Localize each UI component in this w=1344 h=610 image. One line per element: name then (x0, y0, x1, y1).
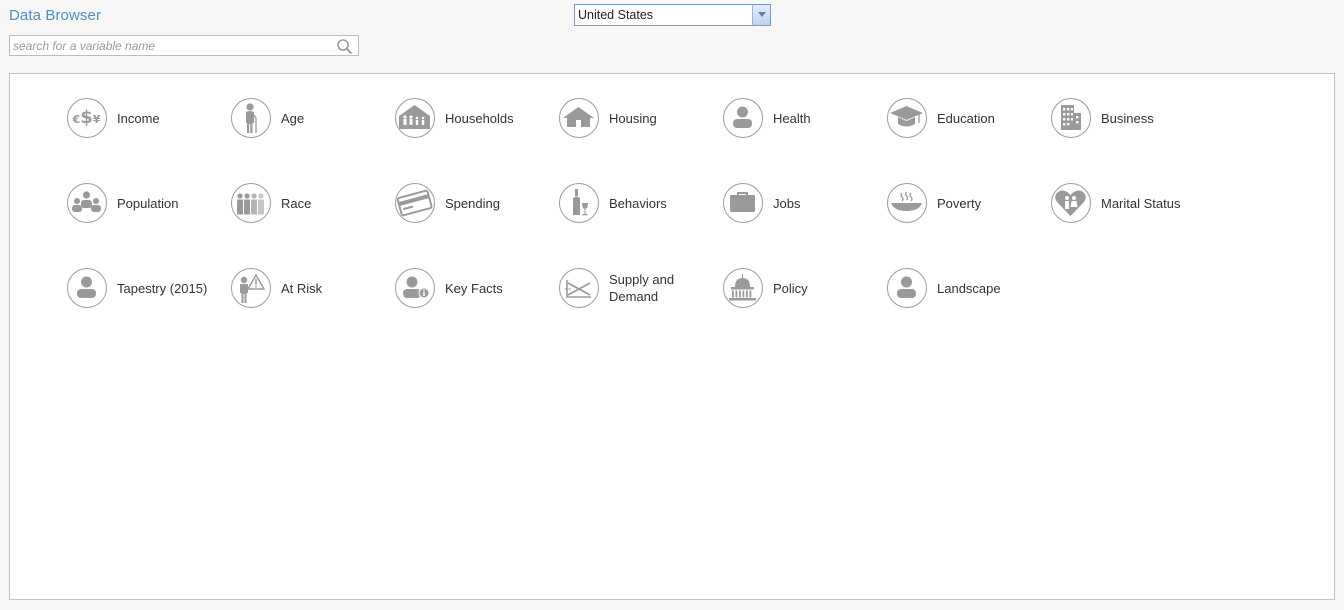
category-households[interactable]: Households (395, 98, 555, 142)
search-input[interactable] (10, 36, 333, 55)
wine-icon (559, 183, 599, 223)
category-label: Behaviors (609, 195, 667, 211)
category-label: Supply and Demand (609, 272, 675, 304)
graduation-cap-icon (887, 98, 927, 138)
category-label: Business (1101, 110, 1154, 126)
supply-demand-icon (559, 268, 599, 308)
category-landscape[interactable]: Landscape (887, 268, 1047, 312)
category-label: Households (445, 110, 514, 126)
person-icon (887, 268, 927, 308)
category-label: Health (773, 110, 811, 126)
category-label: Spending (445, 195, 500, 211)
category-at-risk[interactable]: At Risk (231, 268, 391, 312)
category-label: Policy (773, 280, 808, 296)
category-education[interactable]: Education (887, 98, 1047, 142)
food-bowl-icon (887, 183, 927, 223)
category-poverty[interactable]: Poverty (887, 183, 1047, 227)
app-title: Data Browser (9, 7, 102, 24)
category-health[interactable]: Health (723, 98, 883, 142)
group-icon (67, 183, 107, 223)
category-panel: €$¥ Income Age Households Housing Health… (9, 73, 1335, 600)
svg-text:€$¥: €$¥ (72, 107, 101, 128)
category-supply-demand[interactable]: Supply and Demand (559, 268, 719, 312)
country-select[interactable]: United States (574, 4, 771, 26)
category-label: Housing (609, 110, 657, 126)
category-spending[interactable]: Spending (395, 183, 555, 227)
currency-icon: €$¥ (67, 98, 107, 138)
category-key-facts[interactable]: Key Facts (395, 268, 555, 312)
category-race[interactable]: Race (231, 183, 391, 227)
person-icon (723, 98, 763, 138)
house-icon (559, 98, 599, 138)
category-income[interactable]: €$¥ Income (67, 98, 227, 142)
category-label: Age (281, 110, 305, 126)
category-business[interactable]: Business (1051, 98, 1211, 142)
category-label: Population (117, 195, 179, 211)
category-marital-status[interactable]: Marital Status (1051, 183, 1211, 227)
category-label: Marital Status (1101, 195, 1181, 211)
category-label: Education (937, 110, 995, 126)
country-select-value: United States (578, 8, 654, 22)
heart-couple-icon (1051, 183, 1091, 223)
credit-card-icon (395, 183, 435, 223)
capitol-icon (723, 268, 763, 308)
category-label: Race (281, 195, 312, 211)
category-behaviors[interactable]: Behaviors (559, 183, 719, 227)
category-label: Poverty (937, 195, 982, 211)
category-jobs[interactable]: Jobs (723, 183, 883, 227)
search-box[interactable] (9, 35, 359, 56)
category-age[interactable]: Age (231, 98, 391, 142)
search-icon[interactable] (336, 38, 353, 55)
category-tapestry[interactable]: Tapestry (2015) (67, 268, 227, 312)
category-label: Jobs (773, 195, 801, 211)
building-icon (1051, 98, 1091, 138)
category-policy[interactable]: Policy (723, 268, 883, 312)
category-label: At Risk (281, 280, 323, 296)
category-label: Income (117, 110, 160, 126)
household-icon (395, 98, 435, 138)
category-housing[interactable]: Housing (559, 98, 719, 142)
category-population[interactable]: Population (67, 183, 227, 227)
person-info-icon (395, 268, 435, 308)
person-icon (67, 268, 107, 308)
category-label: Key Facts (445, 280, 503, 296)
category-label: Tapestry (2015) (117, 280, 208, 296)
category-label: Landscape (937, 280, 1001, 296)
warning-person-icon (231, 268, 271, 308)
dropdown-button[interactable] (752, 5, 770, 25)
people-icon (231, 183, 271, 223)
elderly-person-icon (231, 98, 271, 138)
chevron-down-icon (758, 12, 766, 17)
briefcase-icon (723, 183, 763, 223)
